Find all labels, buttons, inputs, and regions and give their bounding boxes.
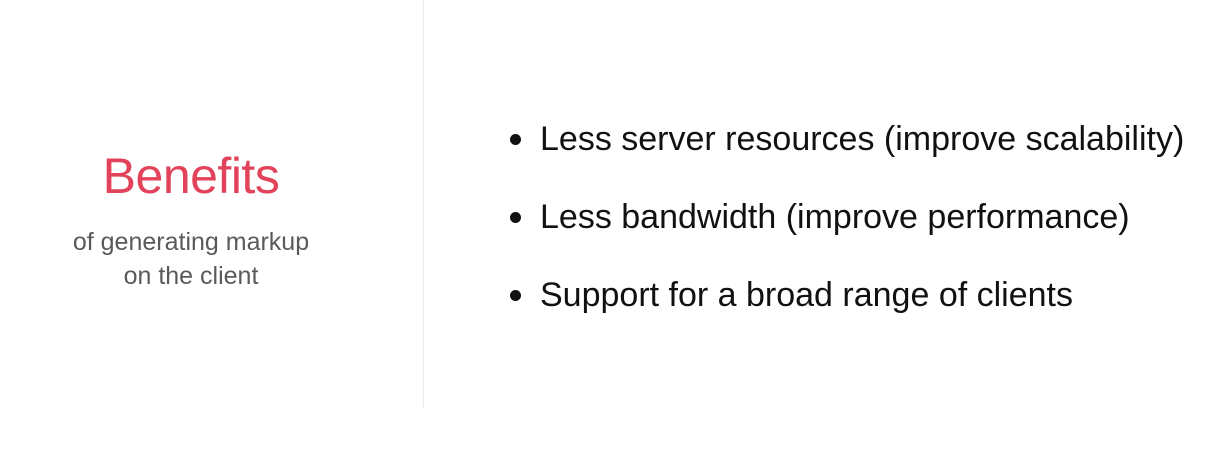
slide-title: Benefits <box>102 148 280 204</box>
list-item-text: Support for a broad range of clients <box>540 276 1073 314</box>
slide-subtitle: of generating markup on the client <box>0 225 382 293</box>
slide: Benefits of generating markup on the cli… <box>0 0 1232 475</box>
heading-panel: Benefits of generating markup on the cli… <box>0 0 424 475</box>
list-item: Support for a broad range of clients <box>510 266 1184 344</box>
vertical-divider <box>423 0 424 408</box>
list-item-text: Less bandwidth (improve performance) <box>540 198 1130 236</box>
list-item-text: Less server resources (improve scalabili… <box>540 120 1185 158</box>
bullet-dot-icon <box>510 134 521 145</box>
benefits-list: Less server resources (improve scalabili… <box>510 110 1184 344</box>
bullet-dot-icon <box>510 212 521 223</box>
subtitle-line-2: on the client <box>123 262 259 290</box>
list-item: Less bandwidth (improve performance) <box>510 188 1184 266</box>
subtitle-line-1: of generating markup <box>72 228 310 256</box>
list-item: Less server resources (improve scalabili… <box>510 110 1184 188</box>
bullet-dot-icon <box>510 290 521 301</box>
